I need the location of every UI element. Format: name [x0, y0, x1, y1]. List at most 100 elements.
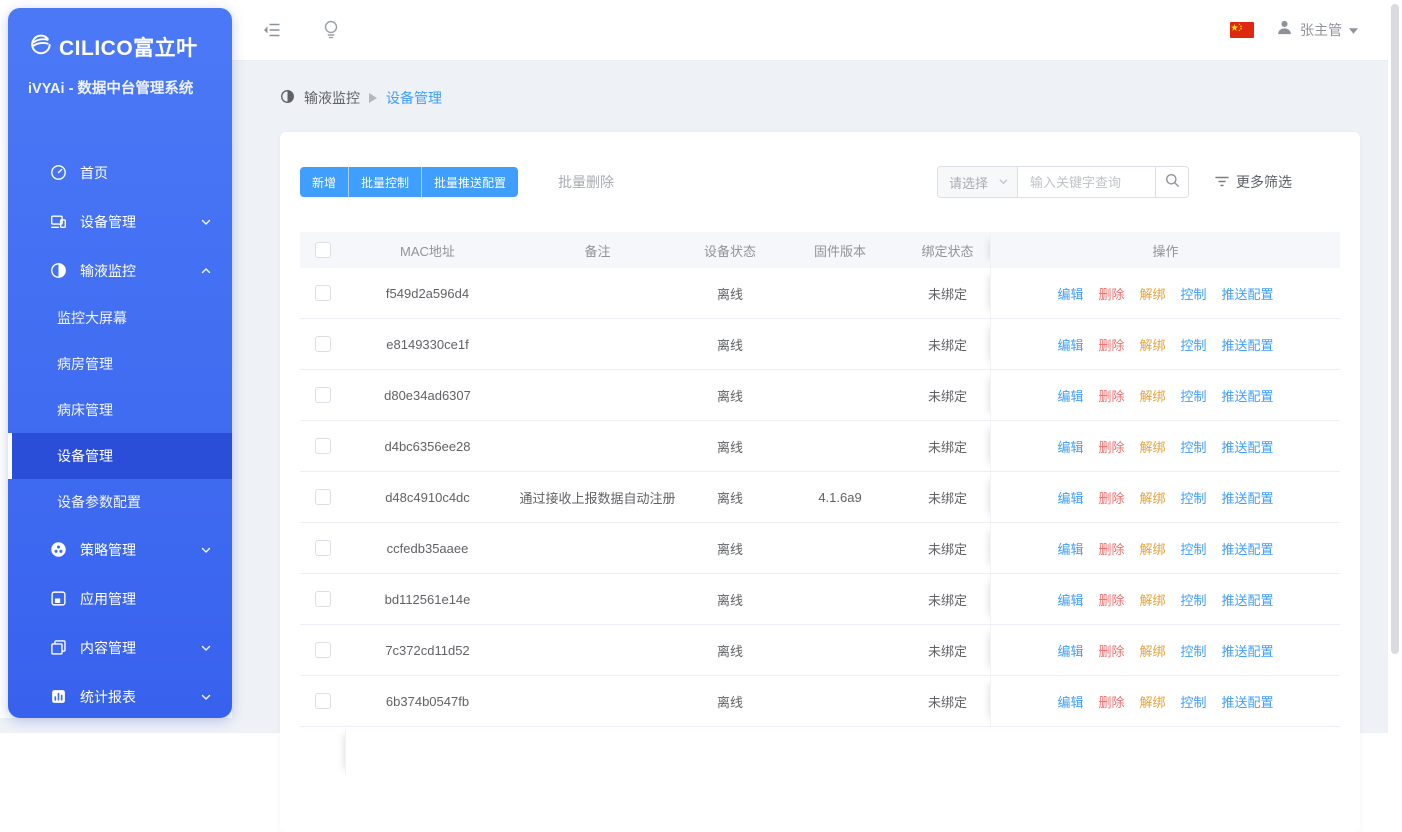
action-delete[interactable]: 删除: [1098, 386, 1124, 405]
action-edit[interactable]: 编辑: [1057, 641, 1083, 660]
action-edit[interactable]: 编辑: [1057, 692, 1083, 711]
action-push-config[interactable]: 推送配置: [1222, 539, 1274, 558]
action-edit[interactable]: 编辑: [1057, 386, 1083, 405]
action-push-config[interactable]: 推送配置: [1222, 692, 1274, 711]
action-edit[interactable]: 编辑: [1057, 590, 1083, 609]
row-checkbox[interactable]: [315, 642, 331, 658]
action-unbind[interactable]: 解绑: [1139, 386, 1165, 405]
row-checkbox[interactable]: [315, 591, 331, 607]
action-delete[interactable]: 删除: [1098, 590, 1124, 609]
batch-control-button[interactable]: 批量控制: [348, 167, 421, 197]
breadcrumb-section: 输液监控: [304, 88, 360, 108]
lightbulb-icon[interactable]: [322, 19, 340, 41]
action-delete[interactable]: 删除: [1098, 284, 1124, 303]
action-delete[interactable]: 删除: [1098, 488, 1124, 507]
action-unbind[interactable]: 解绑: [1139, 284, 1165, 303]
column-header-actions: 操作: [990, 232, 1340, 268]
sidebar-item-1[interactable]: 首页: [8, 148, 232, 197]
status-cell: 离线: [685, 284, 775, 303]
action-delete[interactable]: 删除: [1098, 641, 1124, 660]
action-control[interactable]: 控制: [1181, 335, 1207, 354]
action-edit[interactable]: 编辑: [1057, 335, 1083, 354]
sidebar-item-2[interactable]: 设备管理: [8, 197, 232, 246]
action-push-config[interactable]: 推送配置: [1222, 284, 1274, 303]
sidebar-subitem-label: 监控大屏幕: [57, 308, 127, 328]
table-row: f549d2a596d4离线未绑定编辑删除解绑控制推送配置: [300, 268, 1340, 319]
action-edit[interactable]: 编辑: [1057, 539, 1083, 558]
sidebar-subitem-5[interactable]: 设备参数配置: [8, 479, 232, 525]
search-button[interactable]: [1155, 167, 1188, 197]
sidebar-menu: 首页设备管理输液监控监控大屏幕病房管理病床管理设备管理设备参数配置策略管理应用管…: [8, 148, 232, 718]
sidebar-subitem-3[interactable]: 病床管理: [8, 387, 232, 433]
row-checkbox[interactable]: [315, 285, 331, 301]
action-unbind[interactable]: 解绑: [1139, 590, 1165, 609]
sidebar-item-5[interactable]: 应用管理: [8, 574, 232, 623]
action-unbind[interactable]: 解绑: [1139, 335, 1165, 354]
column-header-binding: 绑定状态: [905, 241, 990, 260]
action-delete[interactable]: 删除: [1098, 539, 1124, 558]
action-control[interactable]: 控制: [1181, 386, 1207, 405]
more-filters-button[interactable]: 更多筛选: [1215, 172, 1292, 192]
action-unbind[interactable]: 解绑: [1139, 641, 1165, 660]
sidebar-item-7[interactable]: 统计报表: [8, 672, 232, 718]
action-push-config[interactable]: 推送配置: [1222, 386, 1274, 405]
action-push-config[interactable]: 推送配置: [1222, 335, 1274, 354]
action-unbind[interactable]: 解绑: [1139, 539, 1165, 558]
breadcrumb-current: 设备管理: [386, 88, 442, 108]
action-unbind[interactable]: 解绑: [1139, 488, 1165, 507]
infusion-droplet-icon: [280, 89, 295, 107]
sidebar-item-6[interactable]: 内容管理: [8, 623, 232, 672]
action-push-config[interactable]: 推送配置: [1222, 590, 1274, 609]
row-checkbox[interactable]: [315, 336, 331, 352]
action-control[interactable]: 控制: [1181, 692, 1207, 711]
row-checkbox[interactable]: [315, 693, 331, 709]
action-push-config[interactable]: 推送配置: [1222, 437, 1274, 456]
row-checkbox[interactable]: [315, 438, 331, 454]
mac-cell: d4bc6356ee28: [345, 439, 510, 454]
sidebar-subitem-2[interactable]: 病房管理: [8, 341, 232, 387]
china-flag-icon[interactable]: [1230, 22, 1254, 38]
action-control[interactable]: 控制: [1181, 641, 1207, 660]
row-checkbox[interactable]: [315, 387, 331, 403]
batch-push-config-button[interactable]: 批量推送配置: [421, 167, 518, 197]
binding-cell: 未绑定: [905, 437, 990, 456]
column-header-firmware: 固件版本: [775, 241, 905, 260]
action-unbind[interactable]: 解绑: [1139, 692, 1165, 711]
action-push-config[interactable]: 推送配置: [1222, 641, 1274, 660]
binding-cell: 未绑定: [905, 692, 990, 711]
select-all-checkbox[interactable]: [315, 242, 331, 258]
action-push-config[interactable]: 推送配置: [1222, 488, 1274, 507]
user-menu[interactable]: 张主管: [1276, 19, 1358, 41]
action-unbind[interactable]: 解绑: [1139, 437, 1165, 456]
filter-select[interactable]: 请选择: [938, 167, 1018, 197]
row-checkbox[interactable]: [315, 489, 331, 505]
binding-cell: 未绑定: [905, 488, 990, 507]
action-control[interactable]: 控制: [1181, 590, 1207, 609]
action-edit[interactable]: 编辑: [1057, 437, 1083, 456]
row-actions: 编辑删除解绑控制推送配置: [990, 268, 1340, 318]
home-dashboard-icon: [50, 164, 67, 181]
row-checkbox[interactable]: [315, 540, 331, 556]
add-button[interactable]: 新增: [300, 167, 348, 197]
sidebar-subitem-1[interactable]: 监控大屏幕: [8, 295, 232, 341]
caret-down-icon: [1349, 21, 1358, 39]
action-delete[interactable]: 删除: [1098, 692, 1124, 711]
row-actions: 编辑删除解绑控制推送配置: [990, 370, 1340, 420]
sidebar-subitem-4[interactable]: 设备管理: [8, 433, 232, 479]
collapse-sidebar-icon[interactable]: [262, 21, 282, 39]
table-row-partial: [300, 727, 1340, 777]
batch-delete-button[interactable]: 批量删除: [558, 172, 614, 192]
sidebar-item-3[interactable]: 输液监控: [8, 246, 232, 295]
action-delete[interactable]: 删除: [1098, 437, 1124, 456]
action-edit[interactable]: 编辑: [1057, 488, 1083, 507]
keyword-search-input[interactable]: [1018, 167, 1155, 197]
action-edit[interactable]: 编辑: [1057, 284, 1083, 303]
action-control[interactable]: 控制: [1181, 539, 1207, 558]
action-control[interactable]: 控制: [1181, 437, 1207, 456]
action-control[interactable]: 控制: [1181, 488, 1207, 507]
action-control[interactable]: 控制: [1181, 284, 1207, 303]
action-delete[interactable]: 删除: [1098, 335, 1124, 354]
sidebar-item-4[interactable]: 策略管理: [8, 525, 232, 574]
scrollbar-thumb[interactable]: [1391, 4, 1399, 654]
table-row: ccfedb35aaee离线未绑定编辑删除解绑控制推送配置: [300, 523, 1340, 574]
